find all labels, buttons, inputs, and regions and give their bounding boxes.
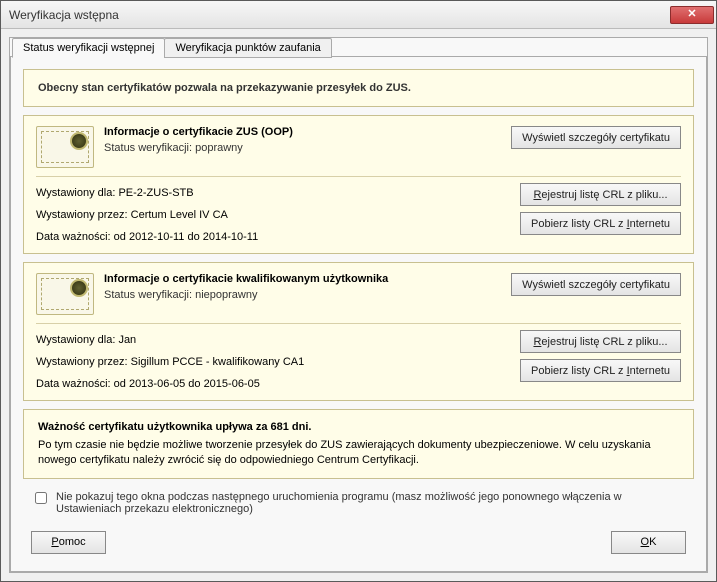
summary-panel: Obecny stan certyfikatów pozwala na prze… bbox=[23, 69, 694, 107]
certificate-icon bbox=[36, 126, 94, 168]
validity-body: Po tym czasie nie będzie możliwe tworzen… bbox=[38, 438, 679, 468]
cert-user-fields: Wystawiony dla: Jan Wystawiony przez: Si… bbox=[36, 330, 510, 390]
tab-strip: Status weryfikacji wstępnej Weryfikacja … bbox=[12, 38, 707, 58]
dont-show-row: Nie pokazuj tego okna podczas następnego… bbox=[23, 487, 694, 515]
zus-show-details-button[interactable]: Wyświetl szczegóły certyfikatu bbox=[511, 126, 681, 149]
cert-user-body: Wystawiony dla: Jan Wystawiony przez: Si… bbox=[36, 330, 681, 390]
window-title: Weryfikacja wstępna bbox=[9, 8, 670, 22]
summary-text: Obecny stan certyfikatów pozwala na prze… bbox=[38, 82, 679, 94]
cert-zus-status-value: poprawny bbox=[195, 142, 243, 154]
cert-zus-head-text: Informacje o certyfikacie ZUS (OOP) Stat… bbox=[104, 126, 501, 154]
cert-zus-issued-by: Wystawiony przez: Certum Level IV CA bbox=[36, 209, 510, 221]
tab-trust[interactable]: Weryfikacja punktów zaufania bbox=[164, 38, 331, 58]
cert-user-validity: Data ważności: od 2013-06-05 do 2015-06-… bbox=[36, 378, 510, 390]
titlebar: Weryfikacja wstępna ✕ bbox=[1, 1, 716, 29]
close-button[interactable]: ✕ bbox=[670, 6, 714, 24]
validity-panel: Ważność certyfikatu użytkownika upływa z… bbox=[23, 409, 694, 479]
cert-zus-buttons: Rejestruj listę CRL z pliku... Pobierz l… bbox=[520, 183, 681, 243]
cert-user-header: Informacje o certyfikacie kwalifikowanym… bbox=[36, 273, 681, 324]
cert-panel-user: Informacje o certyfikacie kwalifikowanym… bbox=[23, 262, 694, 401]
cert-panel-zus: Informacje o certyfikacie ZUS (OOP) Stat… bbox=[23, 115, 694, 254]
content-area: Status weryfikacji wstępnej Weryfikacja … bbox=[1, 29, 716, 581]
validity-title: Ważność certyfikatu użytkownika upływa z… bbox=[38, 420, 679, 435]
tab-panel-status: Obecny stan certyfikatów pozwala na prze… bbox=[10, 56, 707, 572]
cert-zus-fields: Wystawiony dla: PE-2-ZUS-STB Wystawiony … bbox=[36, 183, 510, 243]
help-button[interactable]: Pomoc bbox=[31, 531, 106, 554]
ok-button[interactable]: OK bbox=[611, 531, 686, 554]
tab-status[interactable]: Status weryfikacji wstępnej bbox=[12, 38, 165, 58]
cert-zus-top-buttons: Wyświetl szczegóły certyfikatu bbox=[511, 126, 681, 149]
cert-user-title: Informacje o certyfikacie kwalifikowanym… bbox=[104, 273, 501, 285]
dont-show-label[interactable]: Nie pokazuj tego okna podczas następnego… bbox=[56, 491, 686, 515]
user-register-crl-file-button[interactable]: Rejestruj listę CRL z pliku... bbox=[520, 330, 681, 353]
verification-window: Weryfikacja wstępna ✕ Status weryfikacji… bbox=[0, 0, 717, 582]
cert-zus-validity: Data ważności: od 2012-10-11 do 2014-10-… bbox=[36, 231, 510, 243]
cert-zus-body: Wystawiony dla: PE-2-ZUS-STB Wystawiony … bbox=[36, 183, 681, 243]
bottom-button-row: Pomoc OK bbox=[23, 523, 694, 554]
user-download-crl-button[interactable]: Pobierz listy CRL z Internetu bbox=[520, 359, 681, 382]
cert-zus-status: Status weryfikacji: poprawny bbox=[104, 142, 501, 154]
cert-user-issued-by: Wystawiony przez: Sigillum PCCE - kwalif… bbox=[36, 356, 510, 368]
cert-zus-issued-for: Wystawiony dla: PE-2-ZUS-STB bbox=[36, 187, 510, 199]
cert-user-status: Status weryfikacji: niepoprawny bbox=[104, 289, 501, 301]
cert-zus-status-label: Status weryfikacji: bbox=[104, 142, 192, 154]
cert-zus-title: Informacje o certyfikacie ZUS (OOP) bbox=[104, 126, 501, 138]
cert-user-buttons: Rejestruj listę CRL z pliku... Pobierz l… bbox=[520, 330, 681, 390]
cert-user-head-text: Informacje o certyfikacie kwalifikowanym… bbox=[104, 273, 501, 301]
certificate-icon bbox=[36, 273, 94, 315]
cert-user-issued-for: Wystawiony dla: Jan bbox=[36, 334, 510, 346]
cert-user-top-buttons: Wyświetl szczegóły certyfikatu bbox=[511, 273, 681, 296]
cert-user-status-label: Status weryfikacji: bbox=[104, 289, 192, 301]
tab-container: Status weryfikacji wstępnej Weryfikacja … bbox=[9, 37, 708, 573]
close-icon: ✕ bbox=[687, 9, 696, 20]
zus-download-crl-button[interactable]: Pobierz listy CRL z Internetu bbox=[520, 212, 681, 235]
user-show-details-button[interactable]: Wyświetl szczegóły certyfikatu bbox=[511, 273, 681, 296]
zus-register-crl-file-button[interactable]: Rejestruj listę CRL z pliku... bbox=[520, 183, 681, 206]
dont-show-checkbox[interactable] bbox=[35, 492, 47, 504]
cert-zus-header: Informacje o certyfikacie ZUS (OOP) Stat… bbox=[36, 126, 681, 177]
cert-user-status-value: niepoprawny bbox=[195, 289, 257, 301]
